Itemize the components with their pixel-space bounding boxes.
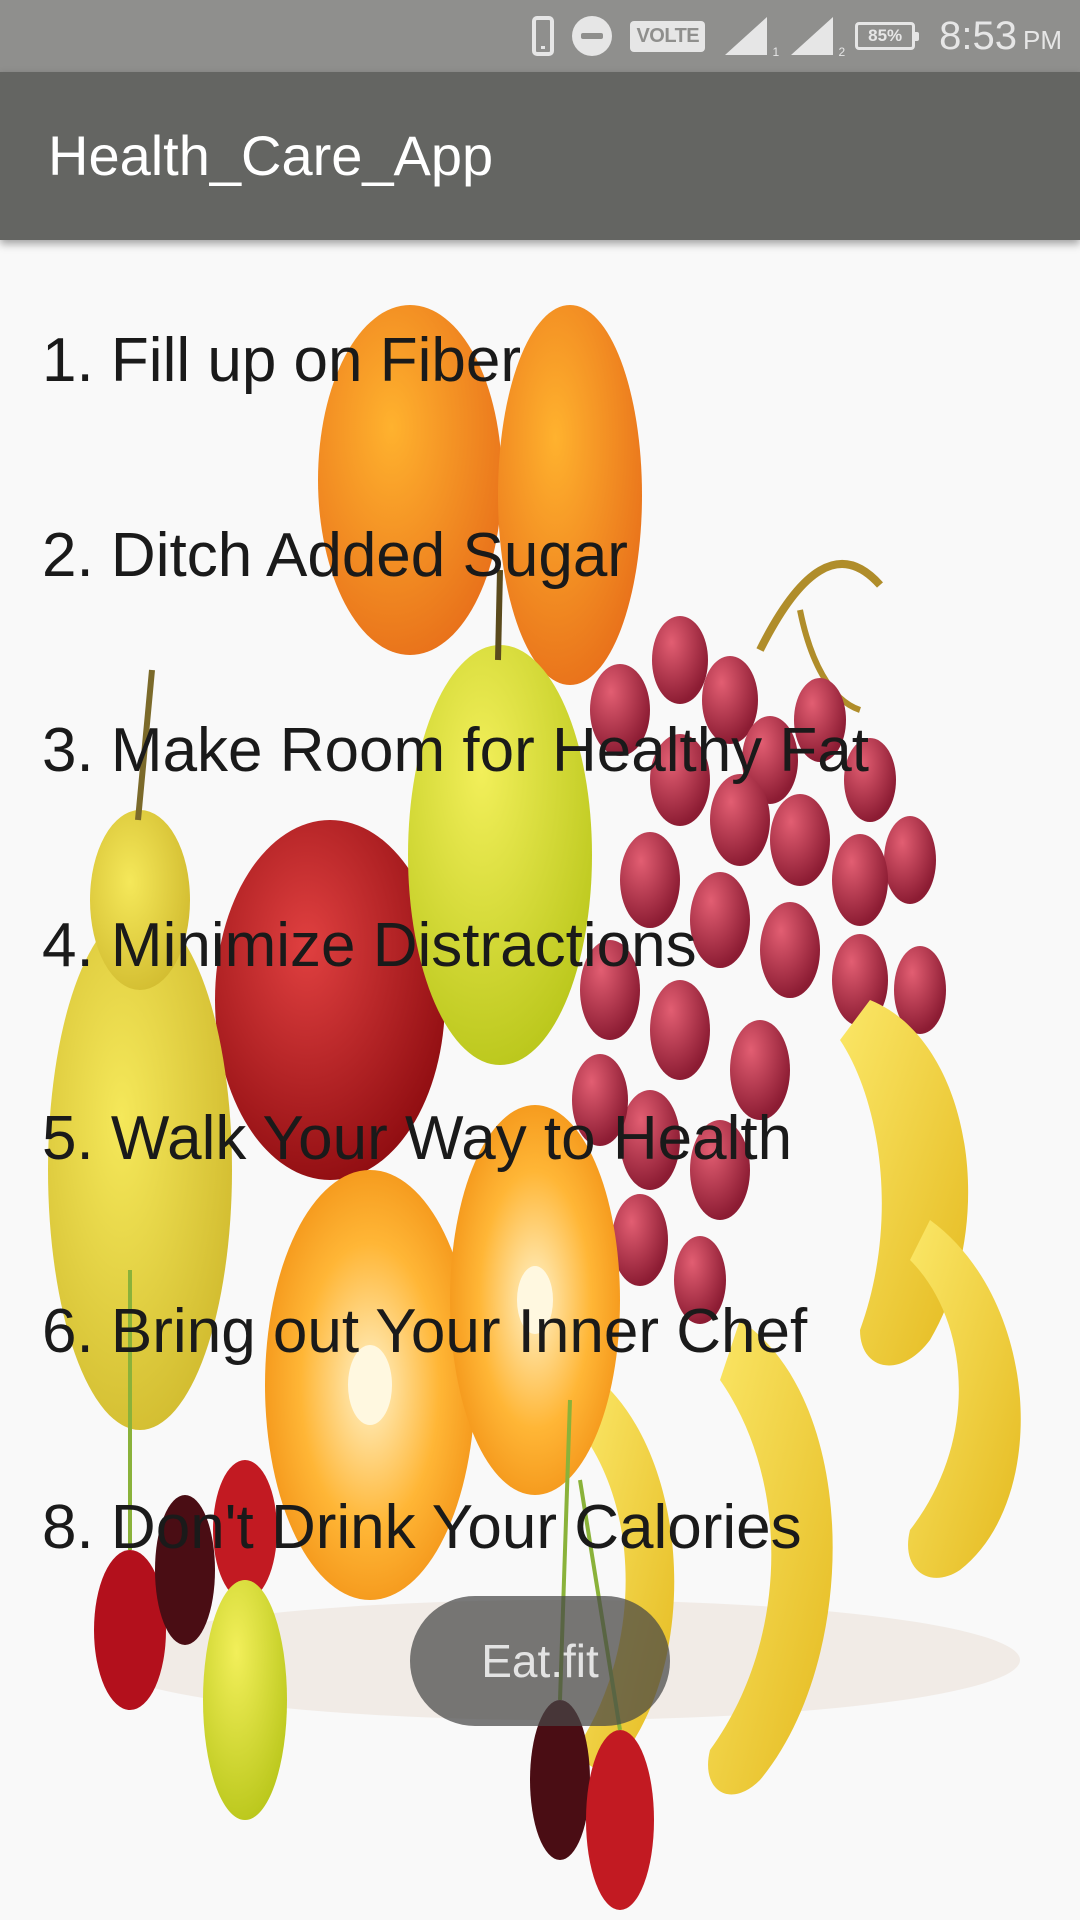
tip-item-2: 2. Ditch Added Sugar <box>42 521 628 590</box>
tip-item-1: 1. Fill up on Fiber <box>42 326 521 395</box>
tip-item-4: 4. Minimize Distractions <box>42 911 697 980</box>
battery-level: 85% <box>868 26 903 45</box>
app-bar: Health_Care_App <box>0 72 1080 240</box>
status-clock: 8:53 PM <box>939 14 1062 59</box>
tip-item-6: 6. Bring out Your Inner Chef <box>42 1297 808 1366</box>
volte-icon: VOLTE <box>630 20 706 52</box>
eat-fit-button[interactable]: Eat.fit <box>410 1596 670 1726</box>
signal-sim1-icon: 1 <box>723 15 779 59</box>
sim2-label: 2 <box>838 45 846 59</box>
tip-item-3: 3. Make Room for Healthy Fat <box>42 716 869 785</box>
status-icons: VOLTE 1 2 85% 8:53 PM <box>532 0 1062 72</box>
tip-item-5: 5. Walk Your Way to Health <box>42 1104 793 1173</box>
tip-item-8: 8. Don't Drink Your Calories <box>42 1493 802 1562</box>
status-bar: VOLTE 1 2 85% 8:53 PM <box>0 0 1080 72</box>
signal-sim2-icon: 2 <box>789 15 845 59</box>
do-not-disturb-icon <box>572 16 613 56</box>
content-area: 1. Fill up on Fiber 2. Ditch Added Sugar… <box>0 240 1080 1920</box>
battery-icon: 85% <box>855 22 920 50</box>
sim1-label: 1 <box>772 45 780 59</box>
phone-icon <box>532 16 555 56</box>
clock-time: 8:53 <box>939 13 1017 58</box>
app-title: Health_Care_App <box>48 124 494 187</box>
clock-ampm: PM <box>1023 24 1062 55</box>
